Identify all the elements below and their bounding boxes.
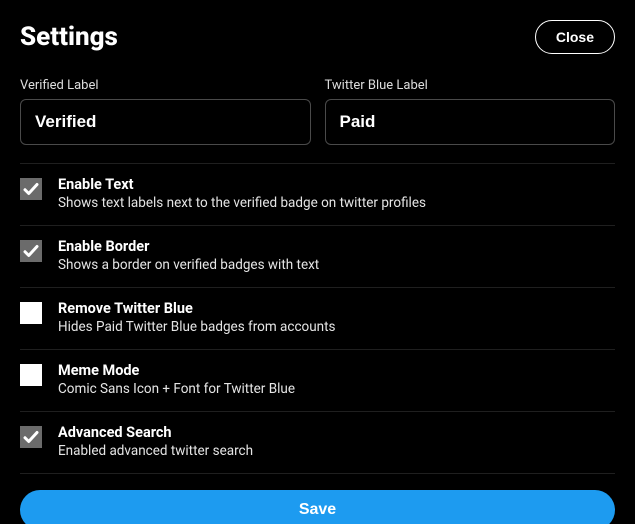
option-row: Meme Mode Comic Sans Icon + Font for Twit… [20,350,615,412]
option-text: Remove Twitter Blue Hides Paid Twitter Bl… [58,300,615,335]
option-row: Enable Text Shows text labels next to the… [20,163,615,226]
verified-label-caption: Verified Label [20,78,311,93]
save-button[interactable]: Save [20,490,615,524]
option-desc: Shows text labels next to the verified b… [58,195,615,211]
option-desc: Shows a border on verified badges with t… [58,257,615,273]
verified-label-field: Verified Label [20,78,311,145]
option-title: Enable Border [58,238,615,255]
option-checkbox[interactable] [20,178,42,200]
option-text: Meme Mode Comic Sans Icon + Font for Twit… [58,362,615,397]
option-checkbox[interactable] [20,426,42,448]
option-row: Remove Twitter Blue Hides Paid Twitter Bl… [20,288,615,350]
option-desc: Hides Paid Twitter Blue badges from acco… [58,319,615,335]
fields-row: Verified Label Twitter Blue Label [20,78,615,145]
twitter-blue-label-input[interactable] [325,99,616,145]
option-title: Remove Twitter Blue [58,300,615,317]
option-checkbox[interactable] [20,364,42,386]
close-button[interactable]: Close [535,20,615,54]
footer: Save [20,474,615,524]
option-title: Advanced Search [58,424,615,441]
option-row: Enable Border Shows a border on verified … [20,226,615,288]
option-text: Advanced Search Enabled advanced twitter … [58,424,615,459]
option-checkbox[interactable] [20,240,42,262]
options-list: Enable Text Shows text labels next to the… [20,163,615,474]
header: Settings Close [20,20,615,54]
option-desc: Comic Sans Icon + Font for Twitter Blue [58,381,615,397]
option-row: Advanced Search Enabled advanced twitter … [20,412,615,474]
option-title: Enable Text [58,176,615,193]
option-text: Enable Text Shows text labels next to the… [58,176,615,211]
option-desc: Enabled advanced twitter search [58,443,615,459]
option-text: Enable Border Shows a border on verified … [58,238,615,273]
option-checkbox[interactable] [20,302,42,324]
page-title: Settings [20,22,118,52]
twitter-blue-label-field: Twitter Blue Label [325,78,616,145]
option-title: Meme Mode [58,362,615,379]
twitter-blue-label-caption: Twitter Blue Label [325,78,616,93]
verified-label-input[interactable] [20,99,311,145]
